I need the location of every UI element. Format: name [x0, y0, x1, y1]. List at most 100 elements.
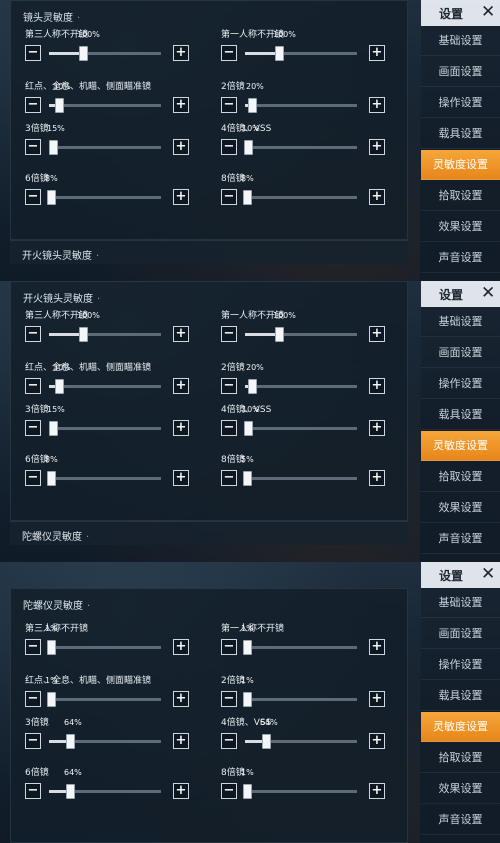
- increase-button[interactable]: +: [369, 378, 385, 394]
- close-icon[interactable]: ✕: [481, 283, 495, 303]
- increase-button[interactable]: +: [369, 189, 385, 205]
- slider-handle[interactable]: [248, 98, 257, 113]
- decrease-button[interactable]: −: [221, 691, 237, 707]
- slider-handle[interactable]: [79, 46, 88, 61]
- slider-track[interactable]: [47, 190, 161, 205]
- decrease-button[interactable]: −: [25, 639, 41, 655]
- side-menu-item[interactable]: 载具设置: [421, 400, 500, 430]
- side-menu-item[interactable]: 操作设置: [421, 88, 500, 118]
- decrease-button[interactable]: −: [221, 470, 237, 486]
- decrease-button[interactable]: −: [221, 326, 237, 342]
- side-menu-item[interactable]: 基础设置: [421, 588, 500, 618]
- side-menu-item[interactable]: 灵敏度设置: [421, 431, 500, 461]
- slider-track[interactable]: [245, 379, 357, 394]
- next-section-header[interactable]: 开火镜头灵敏度: [10, 240, 408, 264]
- slider-track[interactable]: [49, 784, 161, 799]
- close-icon[interactable]: ✕: [481, 564, 495, 584]
- decrease-button[interactable]: −: [221, 420, 237, 436]
- decrease-button[interactable]: −: [25, 691, 41, 707]
- increase-button[interactable]: +: [369, 97, 385, 113]
- slider-handle[interactable]: [244, 421, 253, 436]
- increase-button[interactable]: +: [173, 139, 189, 155]
- side-menu-item[interactable]: 效果设置: [421, 774, 500, 804]
- slider-track[interactable]: [49, 98, 161, 113]
- slider-track[interactable]: [243, 784, 357, 799]
- slider-track[interactable]: [49, 46, 161, 61]
- decrease-button[interactable]: −: [25, 45, 41, 61]
- increase-button[interactable]: +: [173, 326, 189, 342]
- slider-handle[interactable]: [55, 379, 64, 394]
- increase-button[interactable]: +: [369, 691, 385, 707]
- close-icon[interactable]: ✕: [481, 2, 495, 22]
- slider-handle[interactable]: [275, 327, 284, 342]
- decrease-button[interactable]: −: [221, 45, 237, 61]
- slider-handle[interactable]: [243, 692, 252, 707]
- side-menu-item[interactable]: 画面设置: [421, 338, 500, 368]
- side-menu-item[interactable]: 操作设置: [421, 369, 500, 399]
- decrease-button[interactable]: −: [221, 639, 237, 655]
- decrease-button[interactable]: −: [25, 783, 41, 799]
- side-menu-item[interactable]: 操作设置: [421, 650, 500, 680]
- slider-handle[interactable]: [262, 734, 271, 749]
- increase-button[interactable]: +: [173, 378, 189, 394]
- slider-track[interactable]: [49, 421, 161, 436]
- increase-button[interactable]: +: [173, 189, 189, 205]
- slider-handle[interactable]: [49, 421, 58, 436]
- slider-track[interactable]: [49, 734, 161, 749]
- side-menu-item[interactable]: 效果设置: [421, 493, 500, 523]
- increase-button[interactable]: +: [369, 783, 385, 799]
- increase-button[interactable]: +: [369, 420, 385, 436]
- side-menu-item[interactable]: 画面设置: [421, 619, 500, 649]
- decrease-button[interactable]: −: [25, 139, 41, 155]
- slider-handle[interactable]: [47, 471, 56, 486]
- decrease-button[interactable]: −: [221, 97, 237, 113]
- decrease-button[interactable]: −: [221, 139, 237, 155]
- next-section-header[interactable]: 陀螺仪灵敏度: [10, 521, 408, 545]
- slider-track[interactable]: [243, 471, 357, 486]
- side-menu-item[interactable]: 效果设置: [421, 212, 500, 242]
- increase-button[interactable]: +: [369, 733, 385, 749]
- slider-track[interactable]: [47, 640, 161, 655]
- slider-handle[interactable]: [243, 640, 252, 655]
- slider-track[interactable]: [47, 471, 161, 486]
- decrease-button[interactable]: −: [25, 470, 41, 486]
- slider-handle[interactable]: [49, 140, 58, 155]
- increase-button[interactable]: +: [173, 97, 189, 113]
- slider-handle[interactable]: [79, 327, 88, 342]
- slider-track[interactable]: [245, 327, 357, 342]
- increase-button[interactable]: +: [369, 470, 385, 486]
- increase-button[interactable]: +: [369, 45, 385, 61]
- decrease-button[interactable]: −: [25, 97, 41, 113]
- slider-handle[interactable]: [55, 98, 64, 113]
- decrease-button[interactable]: −: [221, 189, 237, 205]
- side-menu-item[interactable]: 拾取设置: [421, 181, 500, 211]
- decrease-button[interactable]: −: [25, 326, 41, 342]
- side-menu-item[interactable]: 基础设置: [421, 307, 500, 337]
- slider-handle[interactable]: [243, 471, 252, 486]
- slider-handle[interactable]: [66, 734, 75, 749]
- slider-handle[interactable]: [47, 692, 56, 707]
- side-menu-item[interactable]: 声音设置: [421, 524, 500, 554]
- increase-button[interactable]: +: [173, 470, 189, 486]
- increase-button[interactable]: +: [173, 733, 189, 749]
- slider-track[interactable]: [49, 379, 161, 394]
- side-menu-item[interactable]: 基础设置: [421, 26, 500, 56]
- decrease-button[interactable]: −: [25, 733, 41, 749]
- slider-handle[interactable]: [244, 140, 253, 155]
- side-menu-item[interactable]: 声音设置: [421, 243, 500, 273]
- decrease-button[interactable]: −: [25, 378, 41, 394]
- increase-button[interactable]: +: [369, 639, 385, 655]
- slider-handle[interactable]: [248, 379, 257, 394]
- side-menu-item[interactable]: 画面设置: [421, 57, 500, 87]
- slider-track[interactable]: [245, 46, 357, 61]
- increase-button[interactable]: +: [369, 139, 385, 155]
- slider-handle[interactable]: [47, 640, 56, 655]
- side-menu-item[interactable]: 拾取设置: [421, 462, 500, 492]
- slider-track[interactable]: [245, 98, 357, 113]
- side-menu-item[interactable]: 载具设置: [421, 119, 500, 149]
- decrease-button[interactable]: −: [221, 733, 237, 749]
- slider-track[interactable]: [244, 140, 357, 155]
- slider-track[interactable]: [243, 640, 357, 655]
- side-menu-item[interactable]: 灵敏度设置: [421, 150, 500, 180]
- slider-track[interactable]: [49, 140, 161, 155]
